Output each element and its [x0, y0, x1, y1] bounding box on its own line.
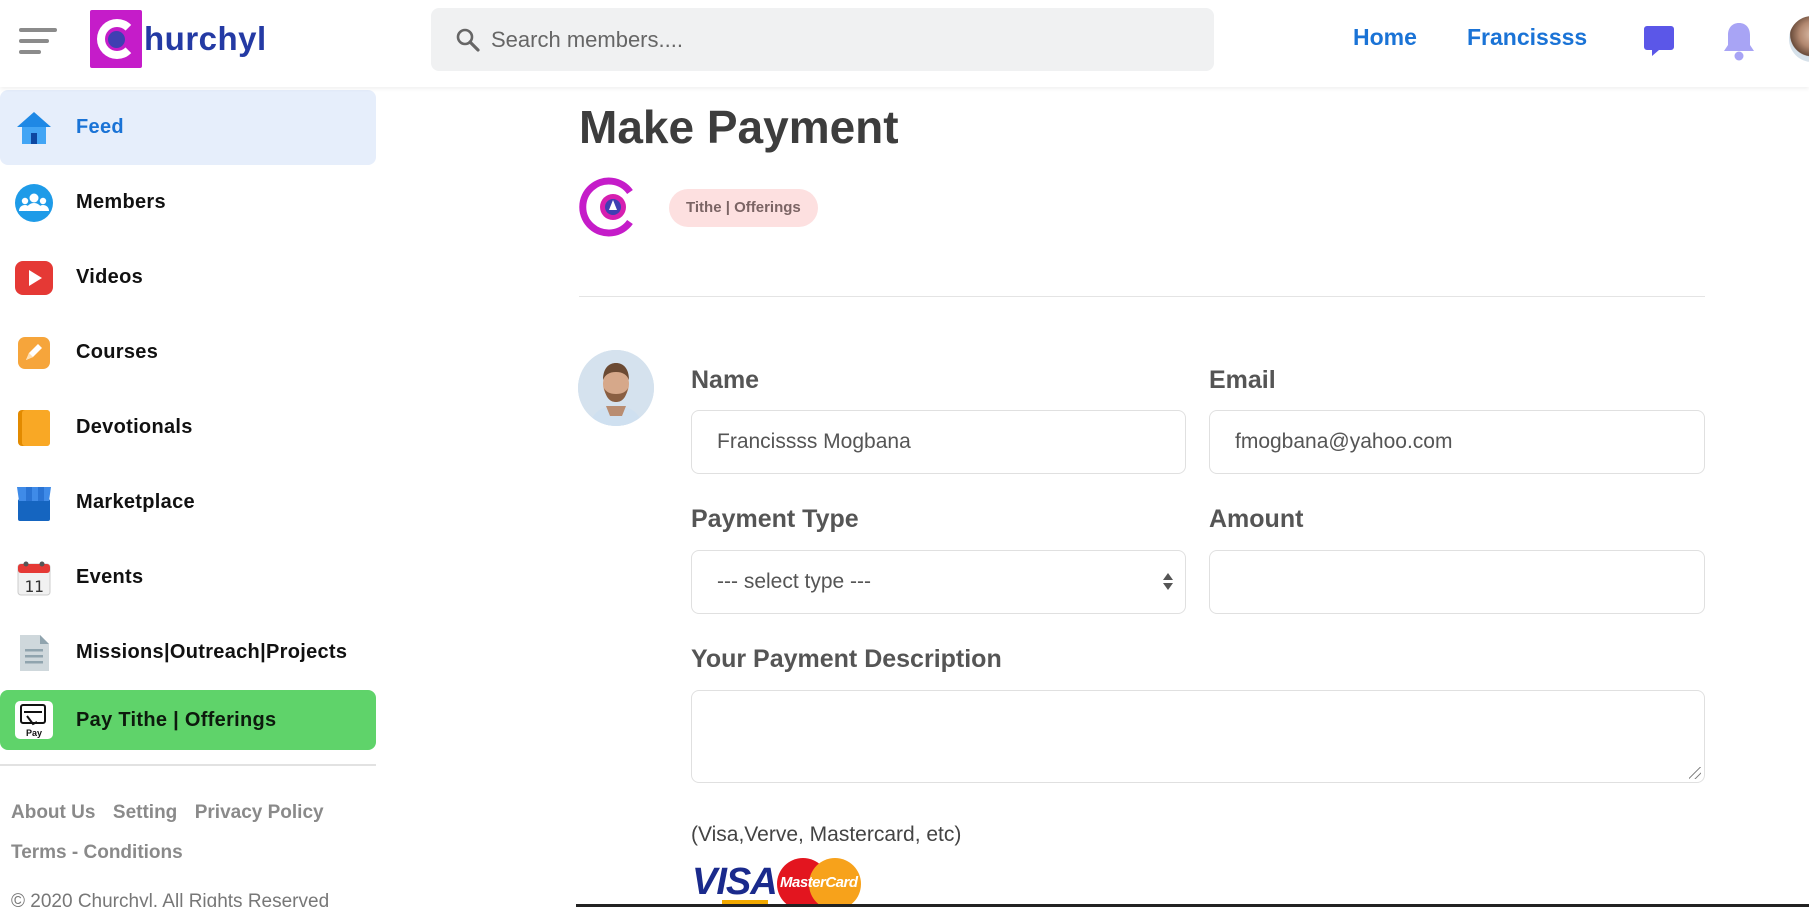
payment-type-select[interactable]: --- select type ---	[691, 550, 1186, 614]
nav-home-link[interactable]: Home	[1353, 24, 1417, 51]
user-avatar	[578, 350, 654, 426]
payment-type-label: Payment Type	[691, 505, 859, 533]
mastercard-text: MasterCard	[780, 874, 858, 891]
accepted-cards-note: (Visa,Verve, Mastercard, etc)	[691, 823, 962, 846]
resize-grip-icon[interactable]	[1689, 767, 1701, 779]
search-icon	[456, 28, 480, 52]
sidebar-item-pay-tithe[interactable]: Pay Pay Tithe | Offerings	[0, 690, 376, 750]
video-play-icon	[14, 258, 54, 298]
sidebar-footer-links: About Us Setting Privacy Policy Terms - …	[11, 793, 371, 873]
store-icon	[14, 483, 54, 523]
mastercard-logo: MasterCard	[777, 858, 861, 907]
church-logo-icon	[579, 177, 639, 237]
sidebar-item-label: Members	[76, 191, 166, 213]
courses-icon	[14, 333, 54, 373]
footer-link-privacy[interactable]: Privacy Policy	[195, 802, 324, 823]
top-header: hurchyl Home Francissss	[0, 0, 1809, 87]
sidebar: Feed Members Videos Courses Devotionals …	[0, 87, 376, 907]
select-arrows-icon	[1163, 573, 1173, 590]
document-icon	[14, 633, 54, 673]
bell-icon[interactable]	[1721, 20, 1757, 62]
sidebar-item-label: Missions|Outreach|Projects	[76, 641, 348, 663]
amount-field[interactable]	[1209, 550, 1705, 614]
name-field[interactable]: Francissss Mogbana	[691, 410, 1186, 474]
search-bar[interactable]	[431, 8, 1214, 71]
footer-link-about[interactable]: About Us	[11, 802, 95, 823]
calendar-icon: 11	[14, 558, 54, 598]
sidebar-item-label: Videos	[76, 266, 144, 288]
sidebar-item-devotionals[interactable]: Devotionals	[0, 390, 376, 465]
book-icon	[14, 408, 54, 448]
members-icon	[14, 183, 54, 223]
category-tag: Tithe | Offerings	[669, 189, 818, 227]
sidebar-item-events[interactable]: 11 Events	[0, 540, 376, 615]
pay-icon: Pay	[14, 700, 54, 740]
sidebar-item-label: Marketplace	[76, 491, 195, 513]
sidebar-item-label: Feed	[76, 116, 124, 138]
sidebar-item-members[interactable]: Members	[0, 165, 376, 240]
email-field[interactable]: fmogbana@yahoo.com	[1209, 410, 1705, 474]
search-input[interactable]	[491, 26, 1171, 53]
churchyl-logo[interactable]: hurchyl	[90, 10, 267, 68]
sidebar-item-marketplace[interactable]: Marketplace	[0, 465, 376, 540]
page-title: Make Payment	[579, 101, 899, 153]
description-label: Your Payment Description	[691, 645, 1002, 673]
logo-mark-icon	[90, 10, 142, 68]
payment-type-value: --- select type ---	[717, 570, 872, 593]
sidebar-item-courses[interactable]: Courses	[0, 315, 376, 390]
sidebar-item-label: Pay Tithe | Offerings	[76, 708, 277, 731]
sidebar-item-label: Devotionals	[76, 416, 193, 438]
amount-label: Amount	[1209, 505, 1304, 533]
logo-text: hurchyl	[144, 20, 267, 57]
sidebar-item-videos[interactable]: Videos	[0, 240, 376, 315]
user-avatar-top[interactable]	[1789, 16, 1809, 62]
sidebar-divider	[0, 764, 376, 766]
footer-link-terms[interactable]: Terms - Conditions	[11, 842, 183, 863]
sidebar-item-label: Courses	[76, 341, 159, 363]
footer-link-setting[interactable]: Setting	[113, 802, 177, 823]
copyright-text: © 2020 Churchyl. All Rights Reserved	[11, 891, 330, 907]
sidebar-item-feed[interactable]: Feed	[0, 90, 376, 165]
menu-icon[interactable]	[19, 28, 57, 54]
section-divider	[579, 296, 1705, 297]
home-icon	[14, 108, 54, 148]
pay-icon-text: Pay	[26, 728, 42, 738]
calendar-day: 11	[24, 577, 43, 596]
visa-logo: VISA	[692, 861, 778, 903]
sidebar-item-label: Events	[76, 566, 144, 588]
chat-icon[interactable]	[1643, 24, 1675, 58]
sidebar-item-missions[interactable]: Missions|Outreach|Projects	[0, 615, 376, 690]
nav-profile-link[interactable]: Francissss	[1467, 24, 1587, 51]
description-textarea[interactable]	[691, 690, 1705, 783]
name-label: Name	[691, 366, 760, 394]
email-label: Email	[1209, 366, 1276, 394]
